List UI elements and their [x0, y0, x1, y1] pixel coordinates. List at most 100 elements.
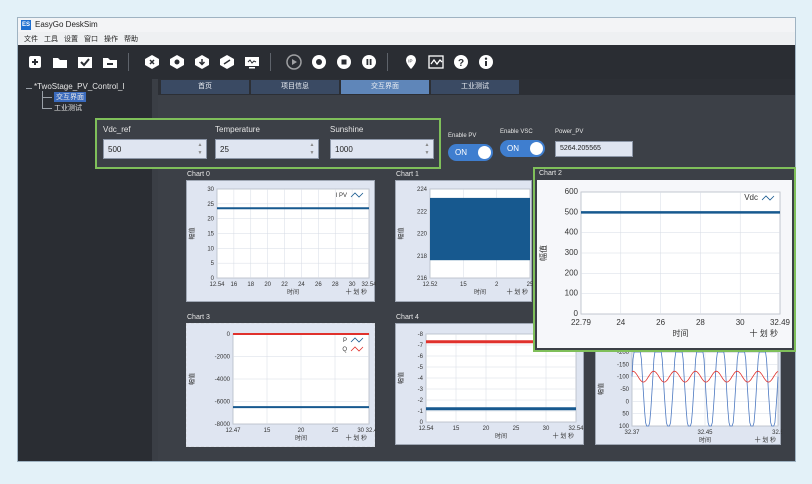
- x-tick-label: 24: [616, 318, 625, 327]
- x-tick-label: 26: [656, 318, 665, 327]
- y-tick-label: -4: [418, 376, 424, 382]
- tab-home[interactable]: 首页: [161, 80, 249, 94]
- app-title: EasyGo DeskSim: [35, 20, 98, 29]
- x-tick-label: 20: [298, 428, 305, 434]
- x-tick-label: 20: [264, 282, 271, 288]
- x-tick-label: 26: [315, 282, 322, 288]
- y-tick-label: 15: [207, 232, 214, 238]
- legend-label: Q: [342, 347, 347, 353]
- toggle-knob: [530, 142, 543, 155]
- waveform-icon[interactable]: [427, 53, 445, 71]
- y-tick-label: 10: [207, 246, 214, 252]
- x-tick-label: 32.49: [770, 318, 791, 327]
- menu-file[interactable]: 文件: [24, 34, 38, 44]
- chart-3[interactable]: Chart 3 -8000 -6000 -4000 -2000 0 12.47 15 20 25…: [186, 314, 376, 447]
- temperature-input[interactable]: 25 ▲ ▼: [215, 139, 319, 159]
- power-pv-label: Power_PV: [555, 129, 584, 135]
- tree-item-interactive[interactable]: 交互界面: [54, 92, 86, 102]
- vdc-ref-input[interactable]: 500 ▲ ▼: [103, 139, 207, 159]
- x-tick-label: 30: [543, 426, 550, 432]
- chart-1-title: Chart 1: [396, 171, 419, 178]
- tab-interactive[interactable]: 交互界面: [341, 80, 429, 94]
- x-tick-label: 24: [298, 282, 305, 288]
- x-tick-label: 32.54: [568, 426, 584, 432]
- menu-tools[interactable]: 工具: [44, 34, 58, 44]
- tree-root[interactable]: *TwoStage_PV_Control_I: [34, 82, 125, 91]
- y-tick-label: -3: [418, 387, 424, 393]
- y-axis-label: 幅值: [538, 245, 548, 261]
- chart-2-popup[interactable]: Chart 2 0 100 200 300 400 500 600 22.79 24 26 28 30…: [533, 167, 796, 352]
- y-axis-label: 幅值: [597, 383, 605, 395]
- menu-settings[interactable]: 设置: [64, 34, 78, 44]
- sunshine-input[interactable]: 1000 ▲ ▼: [330, 139, 434, 159]
- y-tick-label: 200: [565, 268, 579, 277]
- y-tick-label: -6000: [215, 400, 231, 406]
- deploy-icon[interactable]: [168, 53, 186, 71]
- pause-icon[interactable]: [360, 53, 378, 71]
- chart-1[interactable]: Chart 1 216 218 220 222 224 12.52 15 2 25 时间 幅值十 划…: [395, 171, 533, 302]
- chart-5[interactable]: 100500-50-100-150-20032.3732.4532.5时间幅值十…: [595, 345, 782, 445]
- chart-0[interactable]: Chart 0 0 5 10 15 20 25 30 12.54 16 18 20 22 24 26 28 3…: [186, 171, 376, 302]
- y-tick-label: 50: [622, 412, 629, 418]
- y-axis-label: 幅值: [397, 227, 405, 239]
- chart-controls: 十 划 秒: [755, 436, 776, 444]
- toggle-knob: [478, 146, 491, 159]
- spinner-icon[interactable]: ▲ ▼: [423, 141, 431, 157]
- series-band: [430, 197, 530, 261]
- chart-3-title: Chart 3: [187, 314, 210, 321]
- chart-controls: 十 划 秒: [346, 288, 367, 296]
- legend-label: I PV: [336, 193, 347, 199]
- connect-icon[interactable]: [218, 53, 236, 71]
- chart-2-title: Chart 2: [539, 170, 562, 177]
- menu-operate[interactable]: 操作: [104, 34, 118, 44]
- y-tick-label: -1: [418, 409, 424, 415]
- x-tick-label: 28: [696, 318, 705, 327]
- enable-vsc-state: ON: [507, 144, 519, 153]
- enable-pv-toggle[interactable]: ON: [448, 144, 493, 161]
- menu-help[interactable]: 帮助: [124, 34, 138, 44]
- play-icon[interactable]: [285, 53, 303, 71]
- y-tick-label: 20: [207, 217, 214, 223]
- download-icon[interactable]: [193, 53, 211, 71]
- y-tick-label: 0: [574, 309, 579, 318]
- svg-text:?: ?: [458, 58, 464, 69]
- stop-icon[interactable]: [335, 53, 353, 71]
- ip-icon[interactable]: IP: [402, 53, 420, 71]
- x-tick-label: 30: [349, 282, 356, 288]
- menu-bar: 文件 工具 设置 窗口 操作 帮助: [18, 32, 795, 45]
- toolbar: IP ?: [18, 45, 795, 79]
- tree-item-industrial[interactable]: 工业测试: [54, 103, 82, 113]
- chart-controls: 十 划 秒: [346, 434, 367, 442]
- monitor-icon[interactable]: [243, 53, 261, 71]
- record-icon[interactable]: [310, 53, 328, 71]
- build-icon[interactable]: [143, 53, 161, 71]
- y-tick-label: -100: [617, 375, 630, 381]
- chart-controls: 十 划 秒: [750, 328, 778, 338]
- x-tick-label: 15: [460, 282, 467, 288]
- menu-window[interactable]: 窗口: [84, 34, 98, 44]
- x-tick-label: 12.52: [422, 282, 438, 288]
- open-folder-icon[interactable]: [51, 53, 69, 71]
- y-axis-label: 幅值: [188, 227, 196, 239]
- tab-project-info[interactable]: 项目信息: [251, 80, 339, 94]
- x-tick-label: 2: [495, 282, 499, 288]
- spinner-icon[interactable]: ▲ ▼: [308, 141, 316, 157]
- tab-industrial[interactable]: 工业测试: [431, 80, 519, 94]
- x-axis-label: 时间: [474, 288, 486, 296]
- enable-vsc-toggle[interactable]: ON: [500, 140, 545, 157]
- x-tick-label: 25: [332, 428, 339, 434]
- chart-controls: 十 划 秒: [553, 432, 574, 440]
- chart-4-title: Chart 4: [396, 314, 419, 321]
- y-tick-label: 222: [417, 209, 428, 215]
- x-tick-label: 15: [453, 426, 460, 432]
- spinner-icon[interactable]: ▲ ▼: [196, 141, 204, 157]
- y-tick-label: -8: [418, 332, 424, 338]
- check-save-icon[interactable]: [76, 53, 94, 71]
- help-icon[interactable]: ?: [452, 53, 470, 71]
- sunshine-value: 1000: [335, 145, 353, 154]
- export-icon[interactable]: [101, 53, 119, 71]
- y-tick-label: 218: [417, 254, 428, 260]
- info-icon[interactable]: [477, 53, 495, 71]
- add-icon[interactable]: [26, 53, 44, 71]
- title-bar: ES EasyGo DeskSim: [18, 18, 795, 32]
